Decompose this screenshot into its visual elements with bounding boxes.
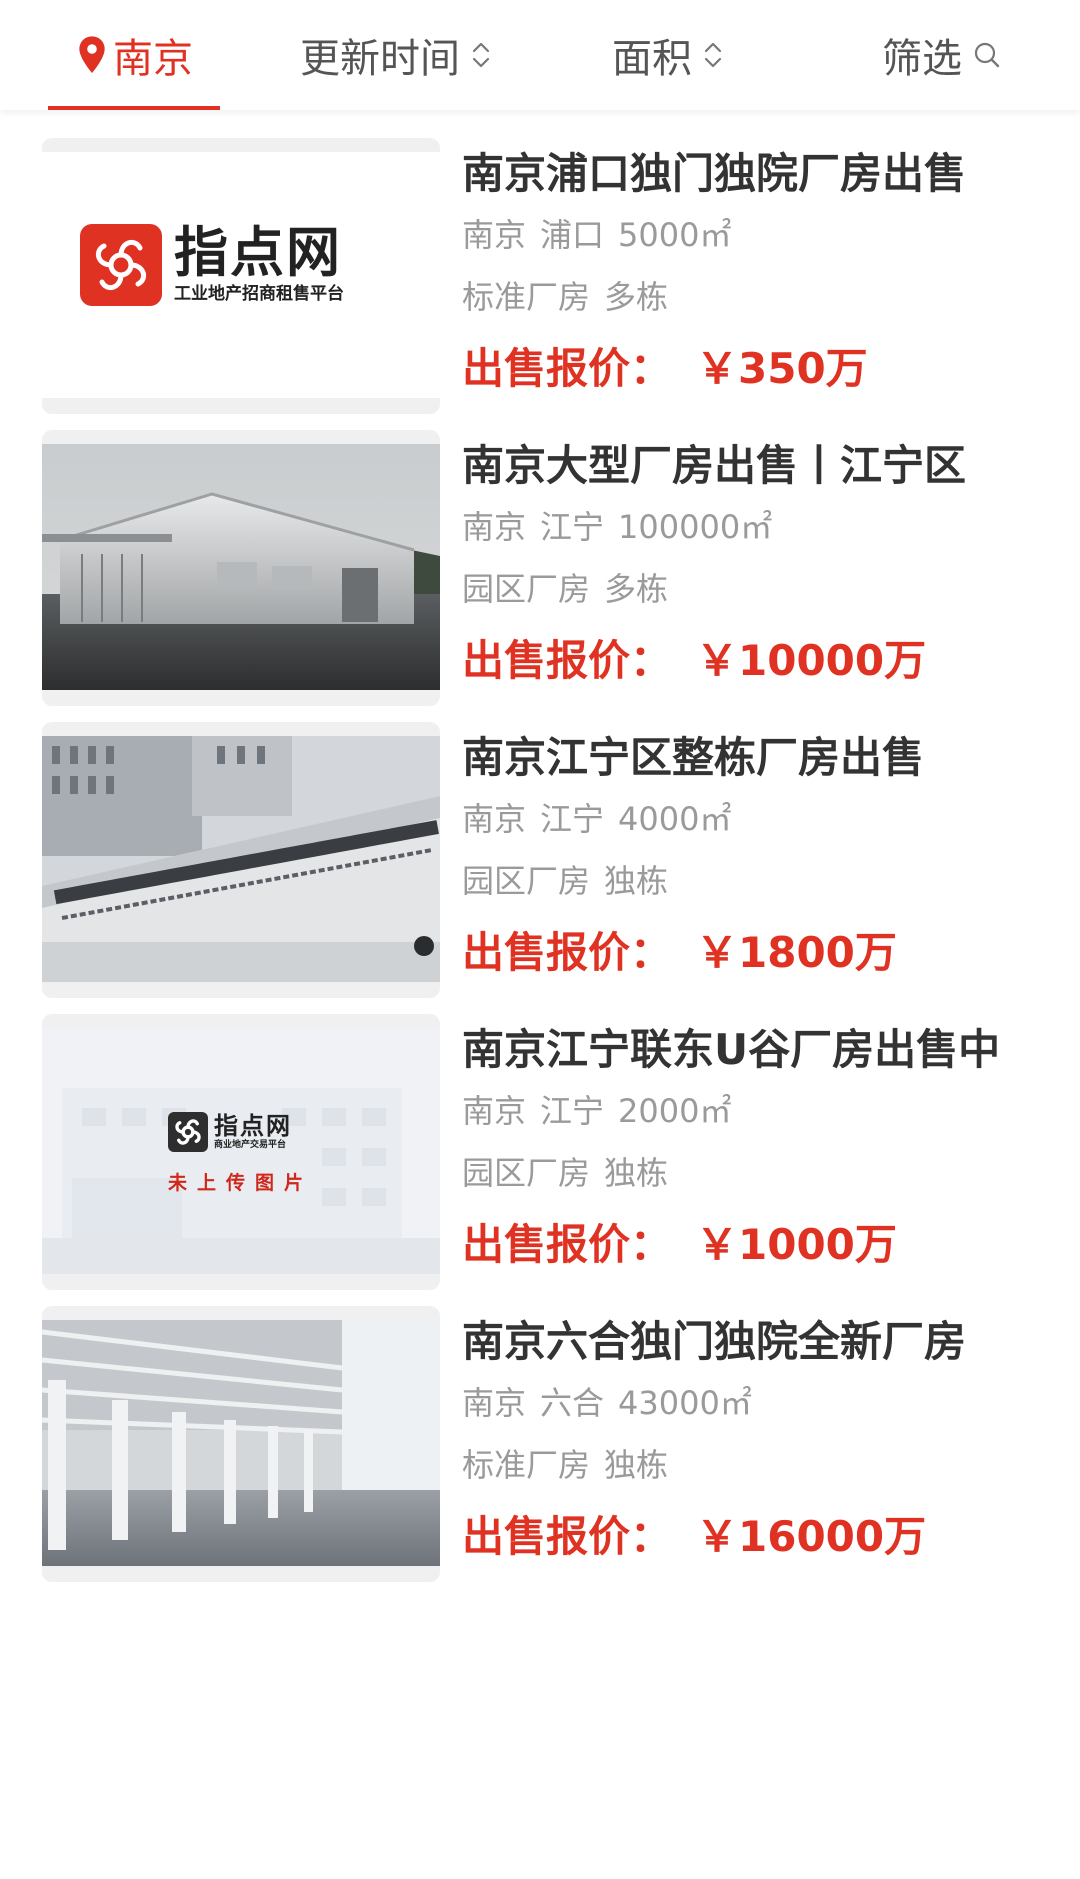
listing-factory-type: 标准厂房 [462, 1446, 591, 1484]
listing-factory-type: 标准厂房 [462, 278, 591, 316]
price-label: 出售报价： [462, 636, 673, 685]
listing-district: 江宁 [540, 508, 605, 546]
sort-time-label: 更新时间 [300, 36, 460, 82]
listing-card[interactable]: 南京大型厂房出售丨江宁区 南京 江宁 100000㎡ 园区厂房 多栋 出售报价： ￥10… [0, 402, 1080, 706]
placeholder-image: 指点网 商业地产交易平台 未上传图片 [42, 1028, 440, 1274]
listing-title: 南京浦口独门独院厂房出售 [462, 149, 967, 198]
listing-area: 100000㎡ [618, 508, 773, 546]
price-amount: ￥16000万 [696, 1512, 927, 1561]
placeholder-tagline: 商业地产交易平台 [214, 1140, 287, 1150]
listing-info: 南京浦口独门独院厂房出售 南京 浦口 5000㎡ 标准厂房 多栋 出售报价： ￥350万 [462, 138, 1042, 402]
listing-buildings: 独栋 [604, 1446, 669, 1484]
listing-info: 南京大型厂房出售丨江宁区 南京 江宁 100000㎡ 园区厂房 多栋 出售报价： ￥10… [462, 430, 1042, 694]
listing-city: 南京 [462, 1092, 527, 1130]
no-image-notice: 未上传图片 [168, 1172, 314, 1194]
listing-area: 4000㎡ [618, 800, 732, 838]
listing-card[interactable]: 指点网 商业地产交易平台 未上传图片 南京江宁联东U谷厂房出售中 南京 江宁 200… [0, 986, 1080, 1290]
listing-title: 南京江宁区整栋厂房出售 [462, 733, 925, 782]
price-label: 出售报价： [462, 344, 673, 393]
listing-location: 南京 浦口 5000㎡ [462, 204, 1042, 266]
listing-factory-type: 园区厂房 [462, 1154, 591, 1192]
listing-buildings: 独栋 [604, 1154, 669, 1192]
listing-card[interactable]: 南京江宁区整栋厂房出售 南京 江宁 4000㎡ 园区厂房 独栋 出售报价： ￥1800万 [0, 694, 1080, 998]
listing-type: 标准厂房 多栋 [462, 266, 1042, 328]
brand-logo-name: 指点网 [174, 221, 342, 284]
screen-filter-label: 筛选 [882, 36, 962, 82]
listing-location: 南京 江宁 100000㎡ [462, 496, 1042, 558]
search-icon [974, 42, 1000, 68]
price-label: 出售报价： [462, 928, 673, 977]
listing-area: 5000㎡ [618, 216, 732, 254]
listing-price: 出售报价： ￥16000万 [462, 1504, 1042, 1570]
listing-district: 江宁 [540, 1092, 605, 1130]
price-amount: ￥10000万 [696, 636, 927, 685]
listing-district: 浦口 [540, 216, 605, 254]
listing-buildings: 独栋 [604, 862, 669, 900]
brand-logo-tagline: 工业地产招商租售平台 [174, 284, 344, 304]
listing-district: 江宁 [540, 800, 605, 838]
price-amount: ￥1800万 [696, 928, 897, 977]
listing-card[interactable]: 指点网 工业地产招商租售平台 南京浦口独门独院厂房出售 南京 浦口 5000㎡ 标准… [0, 110, 1080, 414]
interior-photo [42, 1320, 440, 1566]
listing-factory-type: 园区厂房 [462, 570, 591, 608]
listing-location: 南京 江宁 2000㎡ [462, 1080, 1042, 1142]
listing-district: 六合 [540, 1384, 605, 1422]
placeholder-brand: 指点网 [214, 1112, 292, 1140]
listing-price: 出售报价： ￥350万 [462, 336, 1042, 402]
placeholder-logo-mark [168, 1112, 208, 1152]
listing-buildings: 多栋 [604, 570, 669, 608]
sort-by-area[interactable]: 面积 [612, 0, 724, 110]
listing-type: 园区厂房 多栋 [462, 558, 1042, 620]
listing-card[interactable]: 南京六合独门独院全新厂房 南京 六合 43000㎡ 标准厂房 独栋 出售报价： ￥160… [0, 1278, 1080, 1582]
sort-by-update-time[interactable]: 更新时间 [300, 0, 492, 110]
listing-city: 南京 [462, 216, 527, 254]
sort-updown-icon [704, 42, 722, 68]
filter-bar: 南京 更新时间 面积 筛选 [0, 0, 1080, 110]
listing-area: 2000㎡ [618, 1092, 732, 1130]
warehouse-photo [42, 444, 440, 690]
listing-location: 南京 江宁 4000㎡ [462, 788, 1042, 850]
listing-title: 南京大型厂房出售丨江宁区 [462, 441, 967, 490]
listing-area: 43000㎡ [618, 1384, 752, 1422]
placeholder-logo: 指点网 商业地产交易平台 [168, 1112, 292, 1152]
listing-price: 出售报价： ￥10000万 [462, 628, 1042, 694]
listing-thumbnail [42, 1306, 440, 1582]
listing-type: 园区厂房 独栋 [462, 850, 1042, 912]
screen-filter-button[interactable]: 筛选 [882, 0, 1002, 110]
price-label: 出售报价： [462, 1512, 673, 1561]
listing-thumbnail: 指点网 工业地产招商租售平台 [42, 138, 440, 414]
listing-city: 南京 [462, 1384, 527, 1422]
city-filter[interactable]: 南京 [48, 0, 220, 110]
listing-price: 出售报价： ￥1000万 [462, 1212, 1042, 1278]
park-sign-photo [42, 736, 440, 982]
listing-price: 出售报价： ￥1800万 [462, 920, 1042, 986]
listing-info: 南京六合独门独院全新厂房 南京 六合 43000㎡ 标准厂房 独栋 出售报价： ￥160… [462, 1306, 1042, 1570]
sort-updown-icon [472, 42, 490, 68]
brand-logo: 指点网 工业地产招商租售平台 [80, 224, 344, 306]
listing-city: 南京 [462, 800, 527, 838]
active-tab-underline [48, 106, 220, 110]
listing-thumbnail: 指点网 商业地产交易平台 未上传图片 [42, 1014, 440, 1290]
listing-location: 南京 六合 43000㎡ [462, 1372, 1042, 1434]
location-pin-icon [79, 36, 105, 73]
price-amount: ￥350万 [696, 344, 868, 393]
listing-type: 园区厂房 独栋 [462, 1142, 1042, 1204]
listing-title: 南京江宁联东U谷厂房出售中 [462, 1025, 1001, 1074]
listing-thumbnail [42, 430, 440, 706]
listing-factory-type: 园区厂房 [462, 862, 591, 900]
listing-buildings: 多栋 [604, 278, 669, 316]
brand-logo-mark [80, 224, 162, 306]
brand-logo-image: 指点网 工业地产招商租售平台 [42, 152, 440, 398]
listing-thumbnail [42, 722, 440, 998]
price-amount: ￥1000万 [696, 1220, 897, 1269]
listing-type: 标准厂房 独栋 [462, 1434, 1042, 1496]
listing-city: 南京 [462, 508, 527, 546]
price-label: 出售报价： [462, 1220, 673, 1269]
sort-area-label: 面积 [612, 36, 692, 82]
city-filter-label: 南京 [113, 36, 193, 82]
listing-info: 南京江宁区整栋厂房出售 南京 江宁 4000㎡ 园区厂房 独栋 出售报价： ￥1800万 [462, 722, 1042, 986]
listing-title: 南京六合独门独院全新厂房 [462, 1317, 967, 1366]
listing-info: 南京江宁联东U谷厂房出售中 南京 江宁 2000㎡ 园区厂房 独栋 出售报价： ￥100… [462, 1014, 1042, 1278]
